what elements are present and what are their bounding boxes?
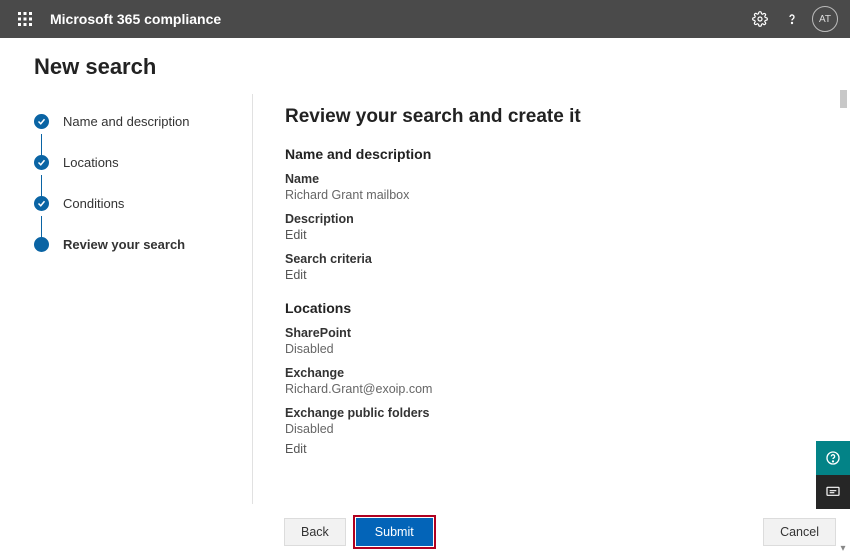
content-area: Name and description Locations Condition… <box>0 90 850 555</box>
search-criteria-label: Search criteria <box>285 252 810 266</box>
help-icon[interactable] <box>776 3 808 35</box>
scrollbar-thumb[interactable] <box>840 90 847 108</box>
sharepoint-value: Disabled <box>285 342 810 356</box>
check-icon <box>34 114 49 129</box>
step-name-description[interactable]: Name and description <box>34 114 252 129</box>
app-title: Microsoft 365 compliance <box>50 11 221 27</box>
submit-button[interactable]: Submit <box>356 518 433 546</box>
help-panel-icon[interactable] <box>816 441 850 475</box>
name-value: Richard Grant mailbox <box>285 188 810 202</box>
sharepoint-label: SharePoint <box>285 326 810 340</box>
name-label: Name <box>285 172 810 186</box>
step-label: Locations <box>63 155 119 170</box>
exchange-label: Exchange <box>285 366 810 380</box>
step-label: Name and description <box>63 114 189 129</box>
wizard-steps: Name and description Locations Condition… <box>0 90 252 555</box>
description-label: Description <box>285 212 810 226</box>
step-label: Conditions <box>63 196 124 211</box>
exchange-value: Richard.Grant@exoip.com <box>285 382 810 396</box>
review-panel: Review your search and create it Name an… <box>253 90 850 505</box>
wizard-footer: Back Submit Cancel <box>284 511 836 557</box>
back-button[interactable]: Back <box>284 518 346 546</box>
app-launcher-icon[interactable] <box>12 6 38 32</box>
side-actions <box>816 441 850 509</box>
section-name-description: Name and description <box>285 146 810 162</box>
exchange-public-folders-label: Exchange public folders <box>285 406 810 420</box>
check-icon <box>34 196 49 211</box>
edit-description-link[interactable]: Edit <box>285 228 810 242</box>
top-bar: Microsoft 365 compliance AT <box>0 0 850 38</box>
step-conditions[interactable]: Conditions <box>34 196 252 211</box>
feedback-icon[interactable] <box>816 475 850 509</box>
exchange-public-folders-value: Disabled <box>285 422 810 436</box>
current-step-icon <box>34 237 49 252</box>
gear-icon[interactable] <box>744 3 776 35</box>
edit-locations-link[interactable]: Edit <box>285 442 810 456</box>
page-title: New search <box>0 38 850 90</box>
avatar[interactable]: AT <box>812 6 838 32</box>
review-heading: Review your search and create it <box>285 106 810 128</box>
edit-criteria-link[interactable]: Edit <box>285 268 810 282</box>
step-review[interactable]: Review your search <box>34 237 252 252</box>
cancel-button[interactable]: Cancel <box>763 518 836 546</box>
chevron-down-icon[interactable]: ▾ <box>837 541 849 555</box>
step-label: Review your search <box>63 237 185 252</box>
section-locations: Locations <box>285 300 810 316</box>
check-icon <box>34 155 49 170</box>
step-locations[interactable]: Locations <box>34 155 252 170</box>
